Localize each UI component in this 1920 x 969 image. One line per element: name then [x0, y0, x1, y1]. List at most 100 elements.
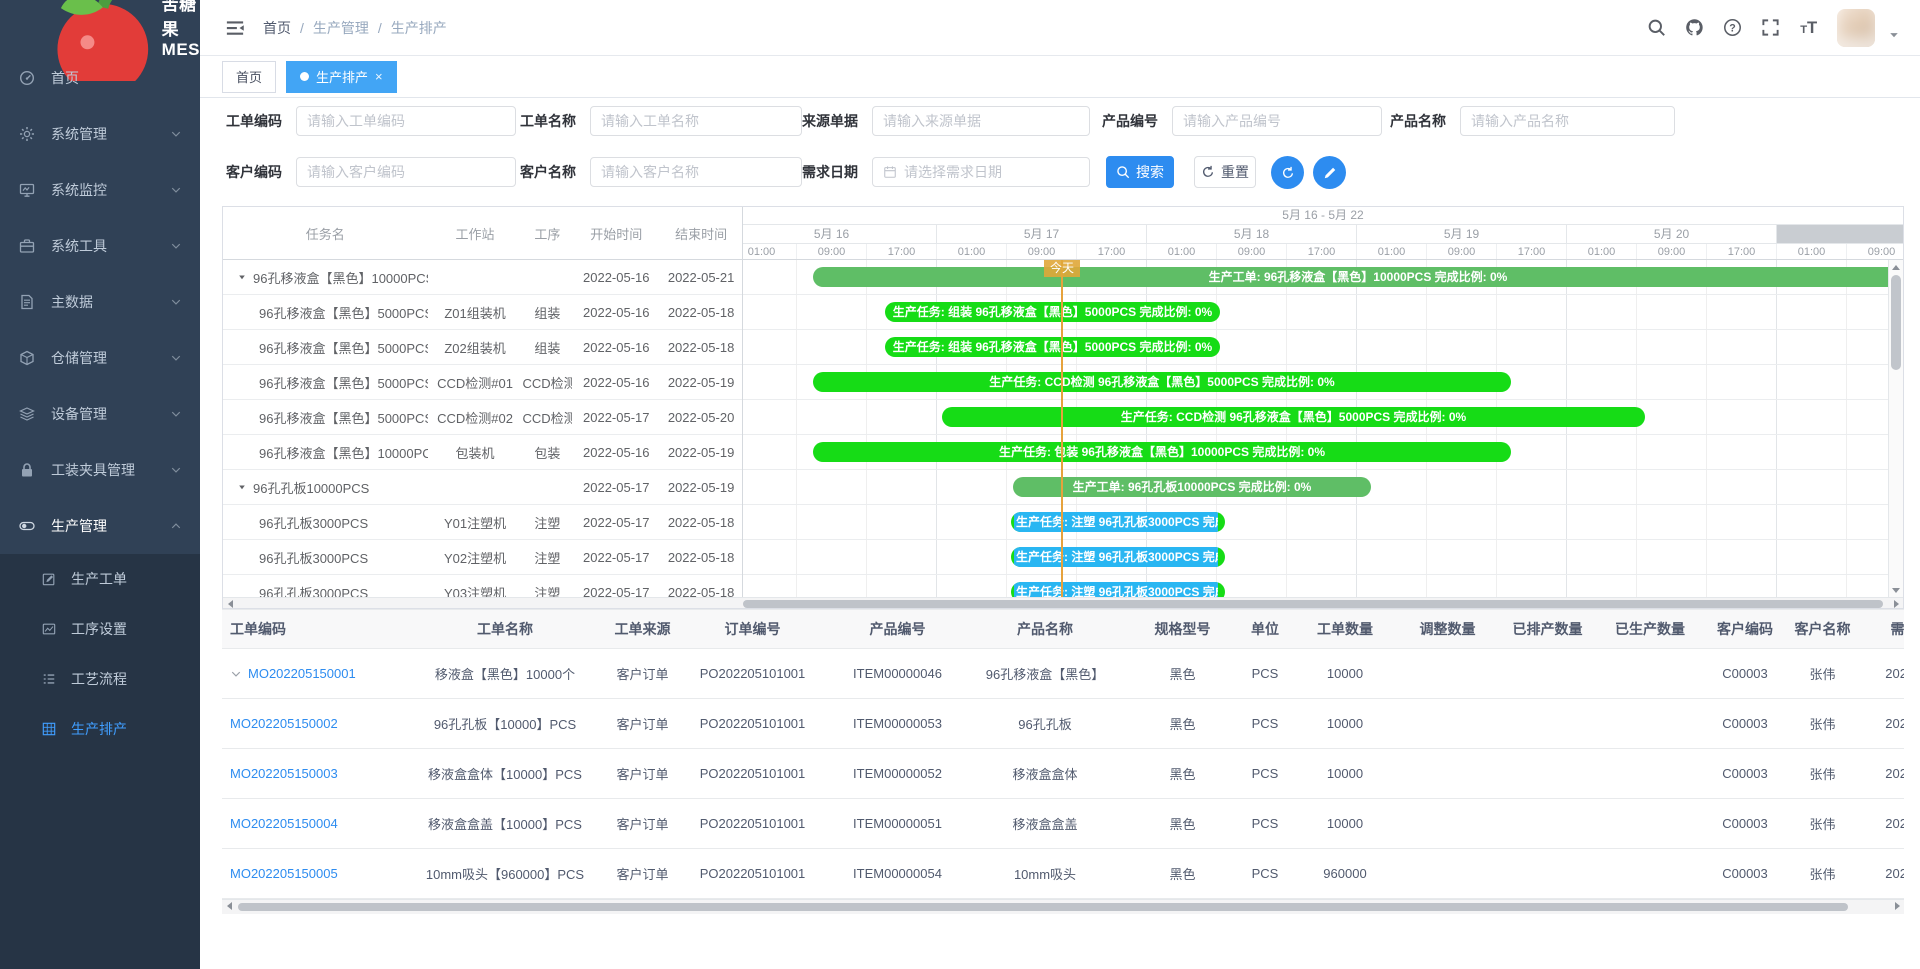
tab-生产排产[interactable]: 生产排产×: [286, 61, 397, 93]
sidebar-subitem-工序设置[interactable]: 工序设置: [0, 604, 200, 654]
gantt-task-bar[interactable]: 生产任务: CCD检测 96孔移液盒【黑色】5000PCS 完成比例: 0%: [942, 407, 1645, 427]
expand-row-icon[interactable]: [230, 668, 242, 680]
gantt-task-name: 96孔孔板10000PCS: [223, 478, 428, 497]
filter-input-产品编号[interactable]: 请输入产品编号: [1172, 106, 1382, 136]
filter-input-需求日期[interactable]: 请选择需求日期: [872, 157, 1090, 187]
table-cell: PO202205101001: [675, 866, 830, 881]
scroll-up-arrow[interactable]: [1889, 260, 1903, 274]
sidebar-item-系统监控[interactable]: 系统监控: [0, 162, 200, 218]
sidebar-item-生产管理[interactable]: 生产管理: [0, 498, 200, 554]
gear-icon: [19, 126, 35, 142]
table-row[interactable]: MO20220515000296孔孔板【10000】PCS客户订单PO20220…: [222, 699, 1904, 749]
gantt-horizontal-scrollbar[interactable]: [223, 597, 1903, 609]
sidebar-subitem-生产工单[interactable]: 生产工单: [0, 554, 200, 604]
gantt-task-row[interactable]: 96孔移液盒【黑色】5000PCSZ01组装机组装2022-05-162022-…: [223, 295, 742, 330]
breadcrumb-item-生产管理[interactable]: 生产管理: [313, 18, 369, 38]
filter-input-产品名称[interactable]: 请输入产品名称: [1460, 106, 1675, 136]
tab-close-icon[interactable]: ×: [375, 70, 383, 83]
gantt-task-bar[interactable]: 生产任务: CCD检测 96孔移液盒【黑色】5000PCS 完成比例: 0%: [813, 372, 1511, 392]
gantt-vertical-scrollbar[interactable]: [1888, 260, 1903, 597]
monitor-icon: [19, 182, 35, 198]
scroll-left-arrow[interactable]: [223, 598, 237, 609]
edit-schedule-button[interactable]: [1313, 156, 1346, 189]
collapse-icon[interactable]: [237, 272, 247, 282]
breadcrumb-item-生产排产[interactable]: 生产排产: [391, 18, 447, 38]
sidebar-item-工装夹具管理[interactable]: 工装夹具管理: [0, 442, 200, 498]
sidebar-item-系统工具[interactable]: 系统工具: [0, 218, 200, 274]
horizontal-scroll-thumb[interactable]: [238, 903, 1848, 911]
sidebar-item-首页[interactable]: 首页: [0, 50, 200, 106]
gantt-task-bar[interactable]: 生产任务: 包装 96孔移液盒【黑色】10000PCS 完成比例: 0%: [813, 442, 1511, 462]
workorder-code-link[interactable]: MO202205150004: [230, 816, 338, 831]
sidebar-subitem-工艺流程[interactable]: 工艺流程: [0, 654, 200, 704]
gantt-task-row[interactable]: 96孔移液盒【黑色】10000PCS2022-05-162022-05-21: [223, 260, 742, 295]
github-icon[interactable]: [1685, 18, 1704, 37]
scroll-left-arrow[interactable]: [222, 900, 236, 912]
refresh-schedule-button[interactable]: [1271, 156, 1304, 189]
vertical-scroll-thumb[interactable]: [1891, 275, 1901, 370]
help-icon[interactable]: ?: [1723, 18, 1742, 37]
table-row[interactable]: MO20220515000510mm吸头【960000】PCS客户订单PO202…: [222, 849, 1904, 899]
refresh-icon: [1201, 165, 1215, 179]
sidebar-item-系统管理[interactable]: 系统管理: [0, 106, 200, 162]
sidebar-item-设备管理[interactable]: 设备管理: [0, 386, 200, 442]
caret-down-icon[interactable]: [1888, 29, 1900, 41]
gantt-task-row[interactable]: 96孔孔板3000PCSY01注塑机注塑2022-05-172022-05-18: [223, 505, 742, 540]
filter-input-工单编码[interactable]: 请输入工单编码: [296, 106, 516, 136]
app-logo[interactable]: 苦糖果MES: [0, 0, 200, 50]
scroll-down-arrow[interactable]: [1889, 583, 1903, 597]
filter-input-客户名称[interactable]: 请输入客户名称: [590, 157, 802, 187]
gantt-task-bar[interactable]: 生产任务: 注塑 96孔孔板3000PCS 完成比例: 0%: [1011, 582, 1225, 597]
collapse-icon[interactable]: [237, 482, 247, 492]
table-column-调整数量: 调整数量: [1400, 619, 1495, 639]
table-row[interactable]: MO202205150003移液盒盒体【10000】PCS客户订单PO20220…: [222, 749, 1904, 799]
gantt-hour-tick: 01:00: [1357, 244, 1427, 259]
gantt-task-row[interactable]: 96孔移液盒【黑色】10000PCS包装机包装2022-05-162022-05…: [223, 435, 742, 470]
gantt-task-row[interactable]: 96孔孔板3000PCSY02注塑机注塑2022-05-172022-05-18: [223, 540, 742, 575]
gantt-task-row[interactable]: 96孔移液盒【黑色】5000PCSCCD检测#01CCD检测2022-05-16…: [223, 365, 742, 400]
table-cell: 10000: [1290, 666, 1400, 681]
gantt-task-bar[interactable]: 生产任务: 注塑 96孔孔板3000PCS 完成比例: 0%: [1011, 547, 1225, 567]
scroll-right-arrow[interactable]: [1890, 900, 1904, 912]
input-placeholder: 请输入客户编码: [307, 162, 405, 182]
font-size-icon[interactable]: TT: [1799, 18, 1818, 37]
workorder-code-link[interactable]: MO202205150003: [230, 766, 338, 781]
workorder-code-link[interactable]: MO202205150001: [248, 666, 356, 681]
sidebar-item-仓储管理[interactable]: 仓储管理: [0, 330, 200, 386]
gantt-task-end: 2022-05-19: [660, 445, 742, 460]
tab-首页[interactable]: 首页: [222, 61, 276, 93]
gantt-task-bar[interactable]: 生产任务: 组装 96孔移液盒【黑色】5000PCS 完成比例: 0%: [885, 302, 1220, 322]
fullscreen-icon[interactable]: [1761, 18, 1780, 37]
table-cell: 张伟: [1790, 864, 1855, 883]
search-icon[interactable]: [1647, 18, 1666, 37]
filter-input-来源单据[interactable]: 请输入来源单据: [872, 106, 1090, 136]
sidebar-item-主数据[interactable]: 主数据: [0, 274, 200, 330]
avatar[interactable]: [1837, 9, 1875, 47]
filter-input-客户编码[interactable]: 请输入客户编码: [296, 157, 516, 187]
gantt-hour-tick: 01:00: [1147, 244, 1217, 259]
gantt-task-bar[interactable]: 生产任务: 注塑 96孔孔板3000PCS 完成比例: 0%: [1011, 512, 1225, 532]
gantt-workorder-bar[interactable]: 生产工单: 96孔孔板10000PCS 完成比例: 0%: [1013, 477, 1371, 497]
gantt-task-row[interactable]: 96孔移液盒【黑色】5000PCSZ02组装机组装2022-05-162022-…: [223, 330, 742, 365]
gantt-task-row[interactable]: 96孔移液盒【黑色】5000PCSCCD检测#02CCD检测2022-05-17…: [223, 400, 742, 435]
table-row[interactable]: MO202205150004移液盒盒盖【10000】PCS客户订单PO20220…: [222, 799, 1904, 849]
breadcrumb-item-首页[interactable]: 首页: [263, 18, 291, 38]
search-button[interactable]: 搜索: [1106, 156, 1174, 188]
gantt-task-row[interactable]: 96孔孔板3000PCSY03注塑机注塑2022-05-172022-05-18: [223, 575, 742, 597]
gantt-task-bar[interactable]: 生产任务: 组装 96孔移液盒【黑色】5000PCS 完成比例: 0%: [885, 337, 1220, 357]
workorder-code-link[interactable]: MO202205150005: [230, 866, 338, 881]
filter-input-工单名称[interactable]: 请输入工单名称: [590, 106, 802, 136]
table-horizontal-scrollbar[interactable]: [222, 899, 1904, 914]
calendar-icon: [883, 165, 897, 179]
table-cell: 2022-05-15: [1855, 766, 1904, 781]
scroll-right-arrow[interactable]: [1889, 598, 1903, 609]
gantt-task-row[interactable]: 96孔孔板10000PCS2022-05-172022-05-19: [223, 470, 742, 505]
horizontal-scroll-thumb[interactable]: [743, 600, 1883, 608]
workorder-code-link[interactable]: MO202205150002: [230, 716, 338, 731]
sidebar-toggle-icon[interactable]: [225, 18, 245, 38]
gantt-workorder-bar[interactable]: 生产工单: 96孔移液盒【黑色】10000PCS 完成比例: 0%: [813, 267, 1903, 287]
reset-button[interactable]: 重置: [1194, 156, 1256, 188]
table-row[interactable]: MO202205150001移液盒【黑色】10000个客户订单PO2022051…: [222, 649, 1904, 699]
filter-label: 客户名称: [520, 162, 580, 182]
sidebar-subitem-生产排产[interactable]: 生产排产: [0, 704, 200, 754]
